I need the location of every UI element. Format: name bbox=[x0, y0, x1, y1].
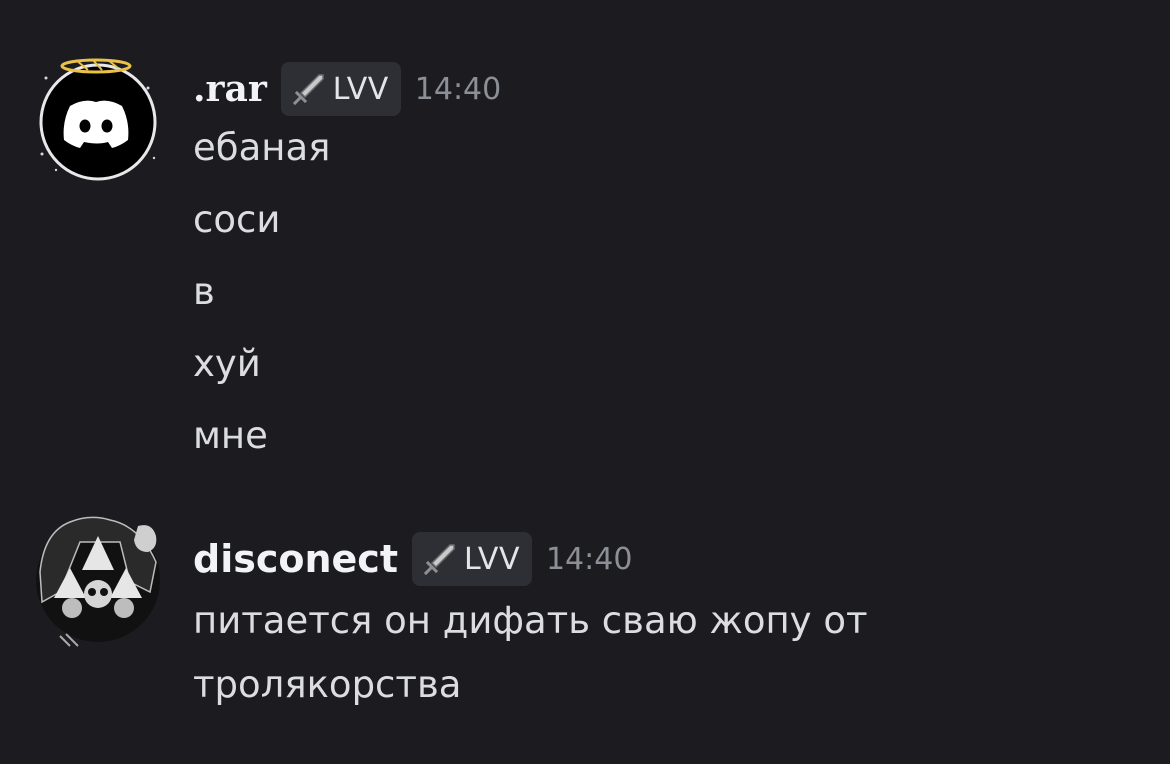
skull-art-avatar-icon bbox=[36, 516, 160, 647]
discord-logo-avatar-icon bbox=[39, 58, 157, 181]
username[interactable]: disconect bbox=[193, 536, 398, 582]
message-line: соси bbox=[193, 198, 281, 241]
chat-messages: .rar LVV 14:40 ебаная соси в хуй мне dis… bbox=[0, 0, 1170, 764]
message-line: питается он дифать сваю жопу от bbox=[193, 599, 868, 642]
message-header: disconect LVV 14:40 bbox=[193, 532, 632, 586]
timestamp: 14:40 bbox=[414, 71, 502, 107]
avatar[interactable] bbox=[36, 58, 157, 181]
message-line: ебаная bbox=[193, 126, 331, 169]
message-line: мне bbox=[193, 414, 268, 457]
clan-tag[interactable]: LVV bbox=[280, 62, 401, 116]
message-header: .rar LVV 14:40 bbox=[193, 62, 501, 116]
message-line: тролякорства bbox=[193, 663, 462, 706]
message-line: хуй bbox=[193, 342, 261, 385]
avatar[interactable] bbox=[30, 512, 160, 647]
clan-tag-label: LVV bbox=[332, 71, 389, 107]
message-line: в bbox=[193, 270, 215, 313]
sword-icon bbox=[292, 74, 324, 106]
timestamp: 14:40 bbox=[545, 541, 633, 577]
username[interactable]: .rar bbox=[193, 66, 267, 112]
clan-tag[interactable]: LVV bbox=[412, 532, 532, 586]
sword-icon bbox=[423, 544, 455, 576]
clan-tag-label: LVV bbox=[464, 541, 520, 577]
